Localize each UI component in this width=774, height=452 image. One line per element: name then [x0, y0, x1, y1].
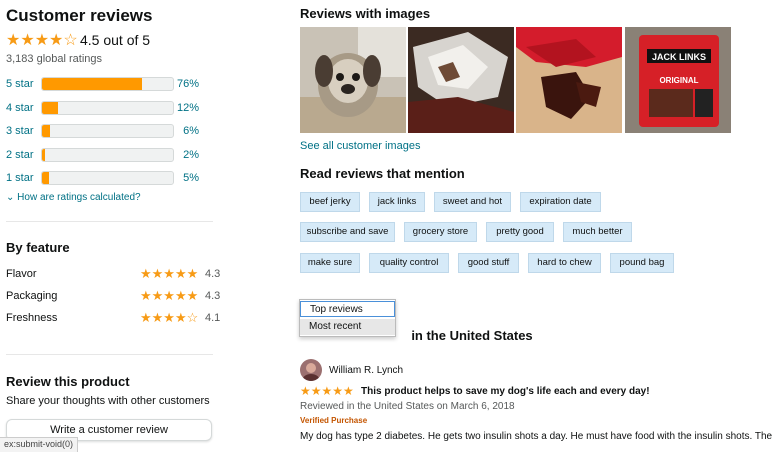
- review-image-jerky-bag[interactable]: JACK LINKS ORIGINAL: [625, 27, 731, 133]
- section-title: Customer reviews: [6, 6, 153, 25]
- divider: [6, 221, 213, 222]
- see-all-images-link[interactable]: See all customer images: [300, 140, 420, 152]
- feature-name: Flavor: [6, 268, 37, 280]
- histogram-percent[interactable]: 12%: [177, 102, 199, 114]
- divider: [6, 354, 213, 355]
- histogram-percent[interactable]: 5%: [183, 172, 199, 184]
- mention-chip[interactable]: much better: [563, 222, 632, 242]
- histogram-star-label[interactable]: 1 star: [6, 172, 34, 184]
- histogram-bar[interactable]: [41, 77, 174, 91]
- feature-score: 4.3: [205, 268, 221, 280]
- feature-stars-icon: ★★★★☆: [140, 310, 199, 325]
- histogram-percent[interactable]: 2%: [183, 149, 199, 161]
- read-reviews-mention-title: Read reviews that mention: [300, 166, 465, 181]
- overall-rating-text: 4.5 out of 5: [80, 32, 151, 48]
- histogram-bar[interactable]: [41, 124, 174, 138]
- feature-score: 4.1: [205, 312, 221, 324]
- sort-dropdown[interactable]: Top reviews Most recent: [299, 299, 396, 337]
- feature-name: Freshness: [6, 312, 58, 324]
- feature-stars-icon: ★★★★★: [140, 288, 199, 303]
- by-feature-title: By feature: [6, 240, 70, 255]
- svg-text:JACK LINKS: JACK LINKS: [652, 52, 706, 62]
- global-ratings-count: 3,183 global ratings: [6, 53, 103, 65]
- histogram-bar-fill: [42, 78, 142, 90]
- mention-chip[interactable]: expiration date: [520, 192, 601, 212]
- mention-chip[interactable]: beef jerky: [300, 192, 360, 212]
- review-title[interactable]: This product helps to save my dog's life…: [361, 386, 650, 397]
- histogram-bar[interactable]: [41, 100, 174, 115]
- mention-chip[interactable]: grocery store: [404, 222, 477, 242]
- histogram-bar[interactable]: [41, 147, 174, 162]
- reviewer-name[interactable]: William R. Lynch: [329, 365, 403, 376]
- sort-option-top-reviews[interactable]: Top reviews: [300, 301, 395, 317]
- review-stars-icon: ★★★★★: [300, 384, 354, 398]
- histogram-bar[interactable]: [41, 171, 174, 185]
- status-bar-url: ex:submit-void(0): [0, 437, 79, 452]
- histogram-star-label[interactable]: 5 star: [6, 78, 34, 90]
- histogram-row[interactable]: 1 star 5%: [6, 171, 206, 187]
- feature-name: Packaging: [6, 290, 58, 302]
- mention-chip[interactable]: good stuff: [458, 253, 519, 273]
- histogram-bar-fill: [42, 125, 50, 137]
- mention-chip[interactable]: pretty good: [486, 222, 554, 242]
- verified-purchase-badge: Verified Purchase: [300, 416, 368, 425]
- histogram-star-label[interactable]: 4 star: [6, 102, 34, 114]
- mention-chip[interactable]: make sure: [300, 253, 360, 273]
- how-ratings-link[interactable]: ⌄ How are ratings calculated?: [6, 192, 141, 203]
- reviews-with-images-title: Reviews with images: [300, 6, 431, 21]
- feature-score: 4.3: [205, 290, 221, 302]
- feature-row: Packaging ★★★★★ 4.3: [6, 288, 220, 305]
- feature-row: Freshness ★★★★☆ 4.1: [6, 310, 220, 327]
- review-product-subtitle: Share your thoughts with other customers: [6, 395, 210, 407]
- histogram-bar-fill: [42, 101, 58, 114]
- mention-chip[interactable]: jack links: [369, 192, 425, 212]
- review-body: My dog has type 2 diabetes. He gets two …: [300, 431, 773, 442]
- mention-chip[interactable]: subscribe and save: [300, 222, 395, 242]
- review-image-dog[interactable]: [300, 27, 406, 133]
- feature-stars-icon: ★★★★★: [140, 266, 199, 281]
- overall-stars-icon: ★★★★☆: [6, 32, 78, 49]
- chevron-down-icon: ⌄: [6, 192, 18, 203]
- mention-chip[interactable]: quality control: [369, 253, 449, 273]
- histogram-percent[interactable]: 76%: [177, 78, 199, 90]
- review-date: Reviewed in the United States on March 6…: [300, 401, 515, 412]
- mention-chip[interactable]: hard to chew: [528, 253, 601, 273]
- mention-chip[interactable]: sweet and hot: [434, 192, 511, 212]
- mention-chip[interactable]: pound bag: [610, 253, 674, 273]
- svg-text:ORIGINAL: ORIGINAL: [659, 76, 698, 85]
- histogram-row[interactable]: 3 star 6%: [6, 124, 206, 140]
- avatar: [300, 359, 322, 381]
- review-product-title: Review this product: [6, 374, 130, 389]
- histogram-row[interactable]: 4 star 12%: [6, 100, 206, 117]
- histogram-star-label[interactable]: 3 star: [6, 125, 34, 137]
- histogram-bar-fill: [42, 148, 45, 161]
- histogram-row[interactable]: 2 star 2%: [6, 147, 206, 164]
- histogram-row[interactable]: 5 star 76%: [6, 77, 206, 93]
- histogram-star-label[interactable]: 2 star: [6, 149, 34, 161]
- sort-option-most-recent[interactable]: Most recent: [300, 319, 395, 335]
- feature-row: Flavor ★★★★★ 4.3: [6, 266, 220, 283]
- review-image-jerky-red[interactable]: [516, 27, 622, 133]
- histogram-bar-fill: [42, 172, 49, 184]
- review-image-jerky-foil[interactable]: [408, 27, 514, 133]
- histogram-percent[interactable]: 6%: [183, 125, 199, 137]
